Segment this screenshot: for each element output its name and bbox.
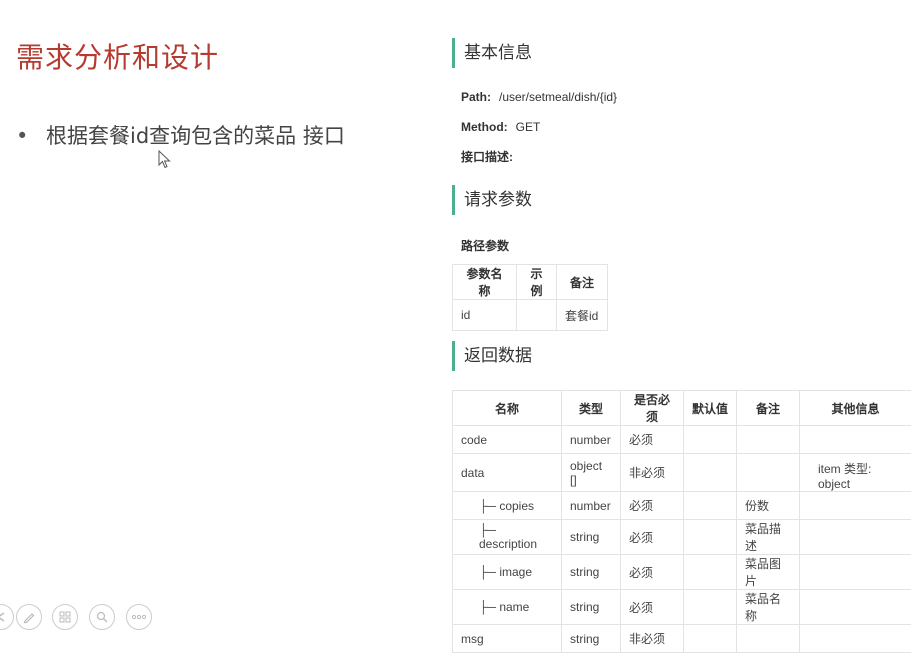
table-row: id 套餐id — [453, 300, 608, 331]
arrow-icon[interactable] — [0, 604, 14, 630]
table-row: ├─ description string 必须 菜品描述 — [453, 520, 911, 555]
params-table: 参数名称 示例 备注 id 套餐id — [452, 264, 608, 331]
mouse-cursor-icon — [158, 150, 172, 170]
response-cell — [800, 426, 911, 454]
response-cell: 必须 — [621, 555, 684, 590]
response-cell — [737, 454, 800, 492]
response-header-row: 名称 类型 是否必须 默认值 备注 其他信息 — [453, 391, 911, 426]
params-cell — [517, 300, 557, 331]
section-basic-info: 基本信息 — [452, 38, 532, 68]
response-cell: object [] — [562, 454, 621, 492]
response-cell: string — [562, 555, 621, 590]
response-cell: ├─ copies — [453, 492, 562, 520]
response-cell: 菜品描述 — [737, 520, 800, 555]
response-cell: data — [453, 454, 562, 492]
response-header-name: 名称 — [453, 391, 562, 426]
bullet-item: •根据套餐id查询包含的菜品 接口 — [16, 120, 345, 150]
response-cell — [684, 426, 737, 454]
response-cell — [800, 555, 911, 590]
section-response: 返回数据 — [452, 341, 532, 371]
params-header-name: 参数名称 — [453, 265, 517, 300]
method-value: GET — [516, 120, 541, 134]
response-cell — [684, 555, 737, 590]
table-row: code number 必须 — [453, 426, 911, 454]
response-cell — [684, 454, 737, 492]
response-header-type: 类型 — [562, 391, 621, 426]
params-header-row: 参数名称 示例 备注 — [453, 265, 608, 300]
params-cell: id — [453, 300, 517, 331]
response-header-note: 备注 — [737, 391, 800, 426]
params-header-example: 示例 — [517, 265, 557, 300]
bullet-marker: • — [16, 124, 46, 148]
response-cell: 份数 — [737, 492, 800, 520]
response-cell: ├─ image — [453, 555, 562, 590]
pen-icon[interactable] — [16, 604, 42, 630]
response-cell — [800, 520, 911, 555]
response-cell: code — [453, 426, 562, 454]
response-cell — [737, 426, 800, 454]
response-cell: string — [562, 520, 621, 555]
desc-label: 接口描述: — [461, 150, 513, 164]
response-cell: 必须 — [621, 590, 684, 625]
response-cell — [684, 492, 737, 520]
response-cell: string — [562, 590, 621, 625]
table-row: ├─ copies number 必须 份数 — [453, 492, 911, 520]
method-row: Method: GET — [461, 120, 540, 134]
table-row: ├─ image string 必须 菜品图片 — [453, 555, 911, 590]
zoom-icon[interactable] — [89, 604, 115, 630]
method-label: Method: — [461, 120, 508, 134]
response-cell: 菜品图片 — [737, 555, 800, 590]
path-value: /user/setmeal/dish/{id} — [499, 90, 617, 104]
response-cell: number — [562, 492, 621, 520]
presentation-toolbar — [0, 600, 170, 629]
response-cell — [800, 492, 911, 520]
response-table: 名称 类型 是否必须 默认值 备注 其他信息 code number 必须 da… — [452, 390, 911, 653]
more-icon[interactable] — [126, 604, 152, 630]
bullet-text: 根据套餐id查询包含的菜品 接口 — [46, 124, 345, 148]
params-cell: 套餐id — [557, 300, 608, 331]
response-cell: item 类型: object — [800, 454, 911, 492]
response-cell: 非必须 — [621, 454, 684, 492]
params-header-note: 备注 — [557, 265, 608, 300]
response-cell: 必须 — [621, 520, 684, 555]
slides-icon[interactable] — [52, 604, 78, 630]
response-header-default: 默认值 — [684, 391, 737, 426]
table-row: ├─ name string 必须 菜品名称 — [453, 590, 911, 625]
response-header-required: 是否必须 — [621, 391, 684, 426]
response-cell: ├─ description — [453, 520, 562, 555]
section-request-params: 请求参数 — [452, 185, 532, 215]
desc-row: 接口描述: — [461, 148, 521, 165]
response-cell: 菜品名称 — [737, 590, 800, 625]
path-label: Path: — [461, 90, 491, 104]
response-header-other: 其他信息 — [800, 391, 911, 426]
response-cell: 必须 — [621, 426, 684, 454]
response-cell — [800, 590, 911, 625]
path-params-title: 路径参数 — [461, 237, 509, 254]
path-row: Path: /user/setmeal/dish/{id} — [461, 90, 617, 104]
response-cell: number — [562, 426, 621, 454]
response-cell — [684, 590, 737, 625]
table-row: data object [] 非必须 item 类型: object — [453, 454, 911, 492]
response-cell: ├─ name — [453, 590, 562, 625]
slide-title: 需求分析和设计 — [16, 36, 219, 76]
response-cell — [684, 520, 737, 555]
response-cell: 必须 — [621, 492, 684, 520]
